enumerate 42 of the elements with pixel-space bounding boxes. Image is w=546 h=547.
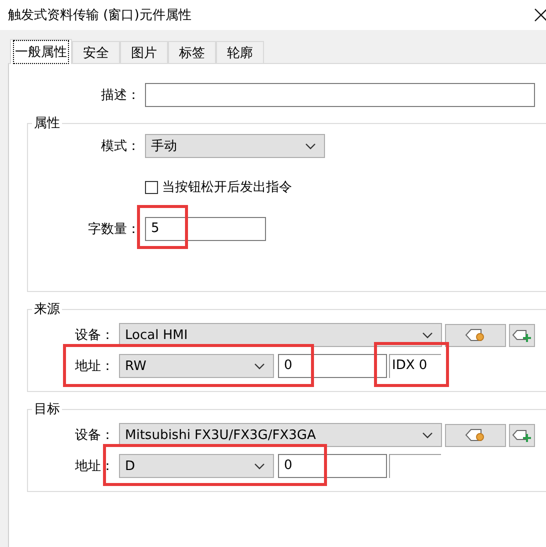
group-title: 属性 bbox=[33, 115, 61, 132]
address-field[interactable]: 0 bbox=[278, 454, 387, 478]
tab[interactable]: 标签 bbox=[168, 41, 216, 63]
field-label: 地址： bbox=[74, 358, 114, 375]
close-icon[interactable] bbox=[534, 8, 546, 22]
tab[interactable]: 图片 bbox=[120, 41, 168, 63]
dropdown[interactable]: RW bbox=[119, 354, 274, 378]
tag-settings-button[interactable] bbox=[445, 324, 506, 346]
chevron-down-icon bbox=[305, 142, 316, 150]
add-tag-button[interactable] bbox=[509, 324, 535, 346]
group-title: 来源 bbox=[33, 301, 61, 318]
dropdown[interactable]: Mitsubishi FX3U/FX3G/FX3GA bbox=[119, 423, 442, 447]
chevron-down-icon bbox=[254, 362, 265, 370]
field-label: 设备： bbox=[74, 327, 114, 344]
chevron-down-icon bbox=[422, 332, 433, 338]
chevron-down-icon bbox=[422, 432, 433, 438]
tag-plus-icon bbox=[512, 428, 532, 442]
tab[interactable]: 安全 bbox=[72, 41, 120, 63]
add-tag-button[interactable] bbox=[509, 424, 535, 446]
dropdown[interactable]: Local HMI bbox=[119, 323, 442, 347]
count-field[interactable]: 5 bbox=[145, 217, 266, 241]
field-label: 字数量： bbox=[87, 221, 140, 238]
tag-settings-button[interactable] bbox=[445, 424, 506, 446]
index-frame bbox=[389, 454, 441, 478]
dropdown[interactable]: 手动 bbox=[145, 134, 325, 158]
index-label: IDX 0 bbox=[389, 354, 441, 378]
tag-plus-icon bbox=[512, 328, 532, 342]
chevron-down-icon bbox=[254, 462, 265, 470]
group-title: 目标 bbox=[33, 401, 61, 418]
tag-gear-icon bbox=[464, 328, 486, 342]
field-label: 模式： bbox=[100, 138, 140, 155]
field-label: 描述： bbox=[100, 87, 140, 104]
field-label: 设备： bbox=[74, 427, 114, 444]
checkbox[interactable]: 当按钮松开后发出指令 bbox=[145, 178, 292, 196]
window-title: 触发式资料传输 (窗口)元件属性 bbox=[8, 7, 192, 24]
tab[interactable]: 一般属性 bbox=[10, 39, 72, 64]
description-field[interactable] bbox=[145, 83, 535, 107]
tab[interactable]: 轮廓 bbox=[216, 41, 264, 63]
dropdown[interactable]: D bbox=[119, 454, 274, 478]
tag-gear-icon bbox=[464, 428, 486, 442]
address-field[interactable]: 0 bbox=[278, 354, 387, 378]
field-label: 地址： bbox=[74, 458, 114, 475]
